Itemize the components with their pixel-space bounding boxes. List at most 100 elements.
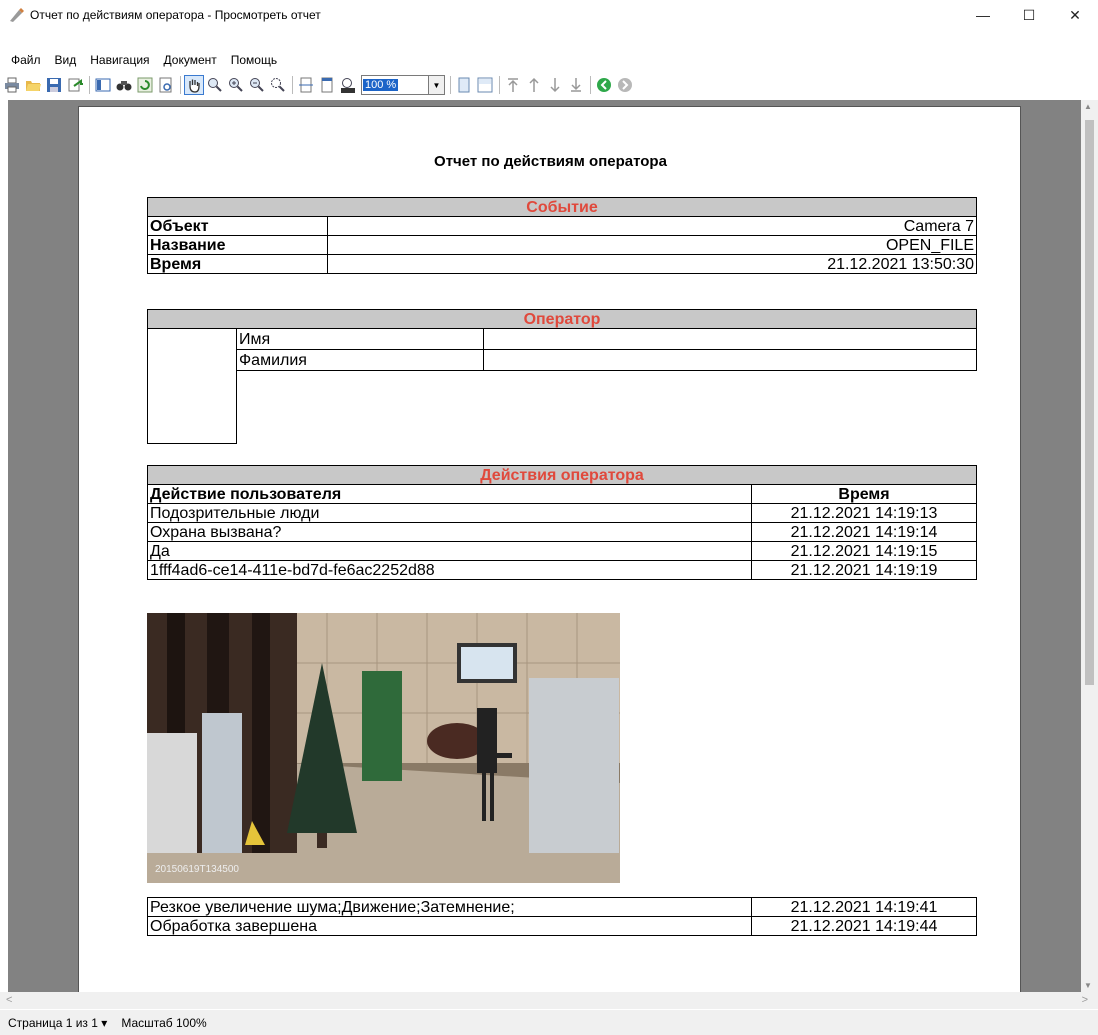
report-page: Отчет по действиям оператора Событие Объ… xyxy=(78,106,1021,992)
scroll-left-icon[interactable]: < xyxy=(6,994,12,1006)
action-text: Охрана вызвана? xyxy=(147,522,752,542)
zoom-select[interactable]: 100 % ▼ xyxy=(361,75,445,95)
scroll-up-icon[interactable]: ▲ xyxy=(1084,102,1092,111)
menu-document[interactable]: Документ xyxy=(157,53,224,67)
camera-snapshot: 20150619T134500 xyxy=(147,613,620,883)
back-icon[interactable] xyxy=(594,75,614,95)
zoom-out-icon[interactable] xyxy=(247,75,267,95)
report-viewer[interactable]: Отчет по действиям оператора Событие Объ… xyxy=(8,100,1090,992)
event-header: Событие xyxy=(147,197,977,217)
print-icon[interactable] xyxy=(2,75,22,95)
preview-icon[interactable] xyxy=(156,75,176,95)
scroll-right-icon[interactable]: > xyxy=(1082,994,1088,1006)
export-icon[interactable] xyxy=(65,75,85,95)
zoom-value: 100 % xyxy=(363,79,399,91)
event-value: 21.12.2021 13:50:30 xyxy=(327,254,977,274)
table-row: Фамилия xyxy=(148,349,977,371)
next-page-icon[interactable] xyxy=(545,75,565,95)
hand-tool-icon[interactable] xyxy=(184,75,204,95)
zoom-icon[interactable] xyxy=(205,75,225,95)
window-title: Отчет по действиям оператора - Просмотре… xyxy=(30,8,321,22)
scroll-down-icon[interactable]: ▼ xyxy=(1084,981,1092,990)
zoom-in-icon[interactable] xyxy=(226,75,246,95)
multi-page-icon[interactable] xyxy=(475,75,495,95)
close-button[interactable]: ✕ xyxy=(1052,0,1098,30)
table-row: Да 21.12.2021 14:19:15 xyxy=(147,541,977,561)
operator-label: Имя xyxy=(236,328,484,350)
menu-bar: Файл Вид Навигация Документ Помощь xyxy=(0,50,284,70)
page-width-icon[interactable] xyxy=(296,75,316,95)
chevron-down-icon: ▾ xyxy=(101,1015,108,1030)
col-action-header: Действие пользователя xyxy=(147,484,752,504)
action-time: 21.12.2021 14:19:44 xyxy=(751,916,977,936)
table-row: Подозрительные люди 21.12.2021 14:19:13 xyxy=(147,503,977,523)
menu-help[interactable]: Помощь xyxy=(224,53,284,67)
action-text: Резкое увеличение шума;Движение;Затемнен… xyxy=(147,897,752,917)
action-time: 21.12.2021 14:19:15 xyxy=(751,541,977,561)
refresh-icon[interactable] xyxy=(135,75,155,95)
toolbar: 100 % ▼ xyxy=(0,72,1098,98)
zoom-input[interactable]: 100 % xyxy=(361,75,429,95)
last-page-icon[interactable] xyxy=(566,75,586,95)
first-page-icon[interactable] xyxy=(503,75,523,95)
report-title: Отчет по действиям оператора xyxy=(434,153,667,170)
page-indicator-text: Страница 1 из 1 xyxy=(8,1015,98,1030)
action-time: 21.12.2021 14:19:19 xyxy=(751,560,977,580)
table-row: Время 21.12.2021 13:50:30 xyxy=(147,254,977,274)
vertical-scroll-thumb[interactable] xyxy=(1085,120,1094,685)
table-row: Имя xyxy=(147,328,977,444)
snapshot-timestamp: 20150619T134500 xyxy=(155,864,239,875)
actions-table: Действия оператора Действие пользователя… xyxy=(147,465,977,580)
maximize-button[interactable]: ☐ xyxy=(1006,0,1052,30)
vertical-scrollbar[interactable]: ▲ ▼ xyxy=(1081,100,1098,992)
horizontal-scrollbar[interactable]: < > xyxy=(0,992,1098,1009)
operator-table: Оператор Имя Фамилия xyxy=(147,309,977,444)
single-page-icon[interactable] xyxy=(454,75,474,95)
operator-photo-cell xyxy=(147,328,237,444)
table-row: Действие пользователя Время xyxy=(147,484,977,504)
toc-icon[interactable] xyxy=(93,75,113,95)
table-row: Название OPEN_FILE xyxy=(147,235,977,255)
page-indicator[interactable]: Страница 1 из 1 ▾ xyxy=(8,1016,107,1030)
action-text: Подозрительные люди xyxy=(147,503,752,523)
save-icon[interactable] xyxy=(44,75,64,95)
action-text: Обработка завершена xyxy=(147,916,752,936)
camera-snapshot-image xyxy=(147,613,620,883)
action-time: 21.12.2021 14:19:13 xyxy=(751,503,977,523)
operator-header: Оператор xyxy=(147,309,977,329)
title-bar: Отчет по действиям оператора - Просмотре… xyxy=(0,0,1098,30)
prev-page-icon[interactable] xyxy=(524,75,544,95)
find-icon[interactable] xyxy=(114,75,134,95)
zoom-dropdown-arrow-icon[interactable]: ▼ xyxy=(429,75,445,95)
operator-value xyxy=(483,349,977,371)
forward-icon[interactable] xyxy=(615,75,635,95)
zoom-rect-icon[interactable] xyxy=(268,75,288,95)
whole-page-icon[interactable] xyxy=(317,75,337,95)
menu-file[interactable]: Файл xyxy=(4,53,48,67)
actual-size-icon[interactable] xyxy=(338,75,358,95)
actions-header: Действия оператора xyxy=(147,465,977,485)
event-table: Событие Объект Camera 7 Название OPEN_FI… xyxy=(147,197,977,274)
minimize-button[interactable]: — xyxy=(960,0,1006,30)
operator-label: Фамилия xyxy=(236,349,484,371)
table-row: Обработка завершена 21.12.2021 14:19:44 xyxy=(147,916,977,936)
table-row: Резкое увеличение шума;Движение;Затемнен… xyxy=(147,897,977,917)
menu-view[interactable]: Вид xyxy=(48,53,84,67)
table-row: Объект Camera 7 xyxy=(147,216,977,236)
actions-table-continued: Резкое увеличение шума;Движение;Затемнен… xyxy=(147,897,977,936)
status-bar: Страница 1 из 1 ▾ Масштаб 100% xyxy=(0,1010,1098,1035)
event-value: OPEN_FILE xyxy=(327,235,977,255)
event-label: Объект xyxy=(147,216,328,236)
event-label: Название xyxy=(147,235,328,255)
open-icon[interactable] xyxy=(23,75,43,95)
table-row: Охрана вызвана? 21.12.2021 14:19:14 xyxy=(147,522,977,542)
event-value: Camera 7 xyxy=(327,216,977,236)
action-time: 21.12.2021 14:19:41 xyxy=(751,897,977,917)
zoom-indicator: Масштаб 100% xyxy=(121,1015,207,1030)
app-icon xyxy=(10,8,24,22)
col-time-header: Время xyxy=(751,484,977,504)
menu-navigation[interactable]: Навигация xyxy=(83,53,156,67)
event-label: Время xyxy=(147,254,328,274)
action-time: 21.12.2021 14:19:14 xyxy=(751,522,977,542)
operator-value xyxy=(483,328,977,350)
